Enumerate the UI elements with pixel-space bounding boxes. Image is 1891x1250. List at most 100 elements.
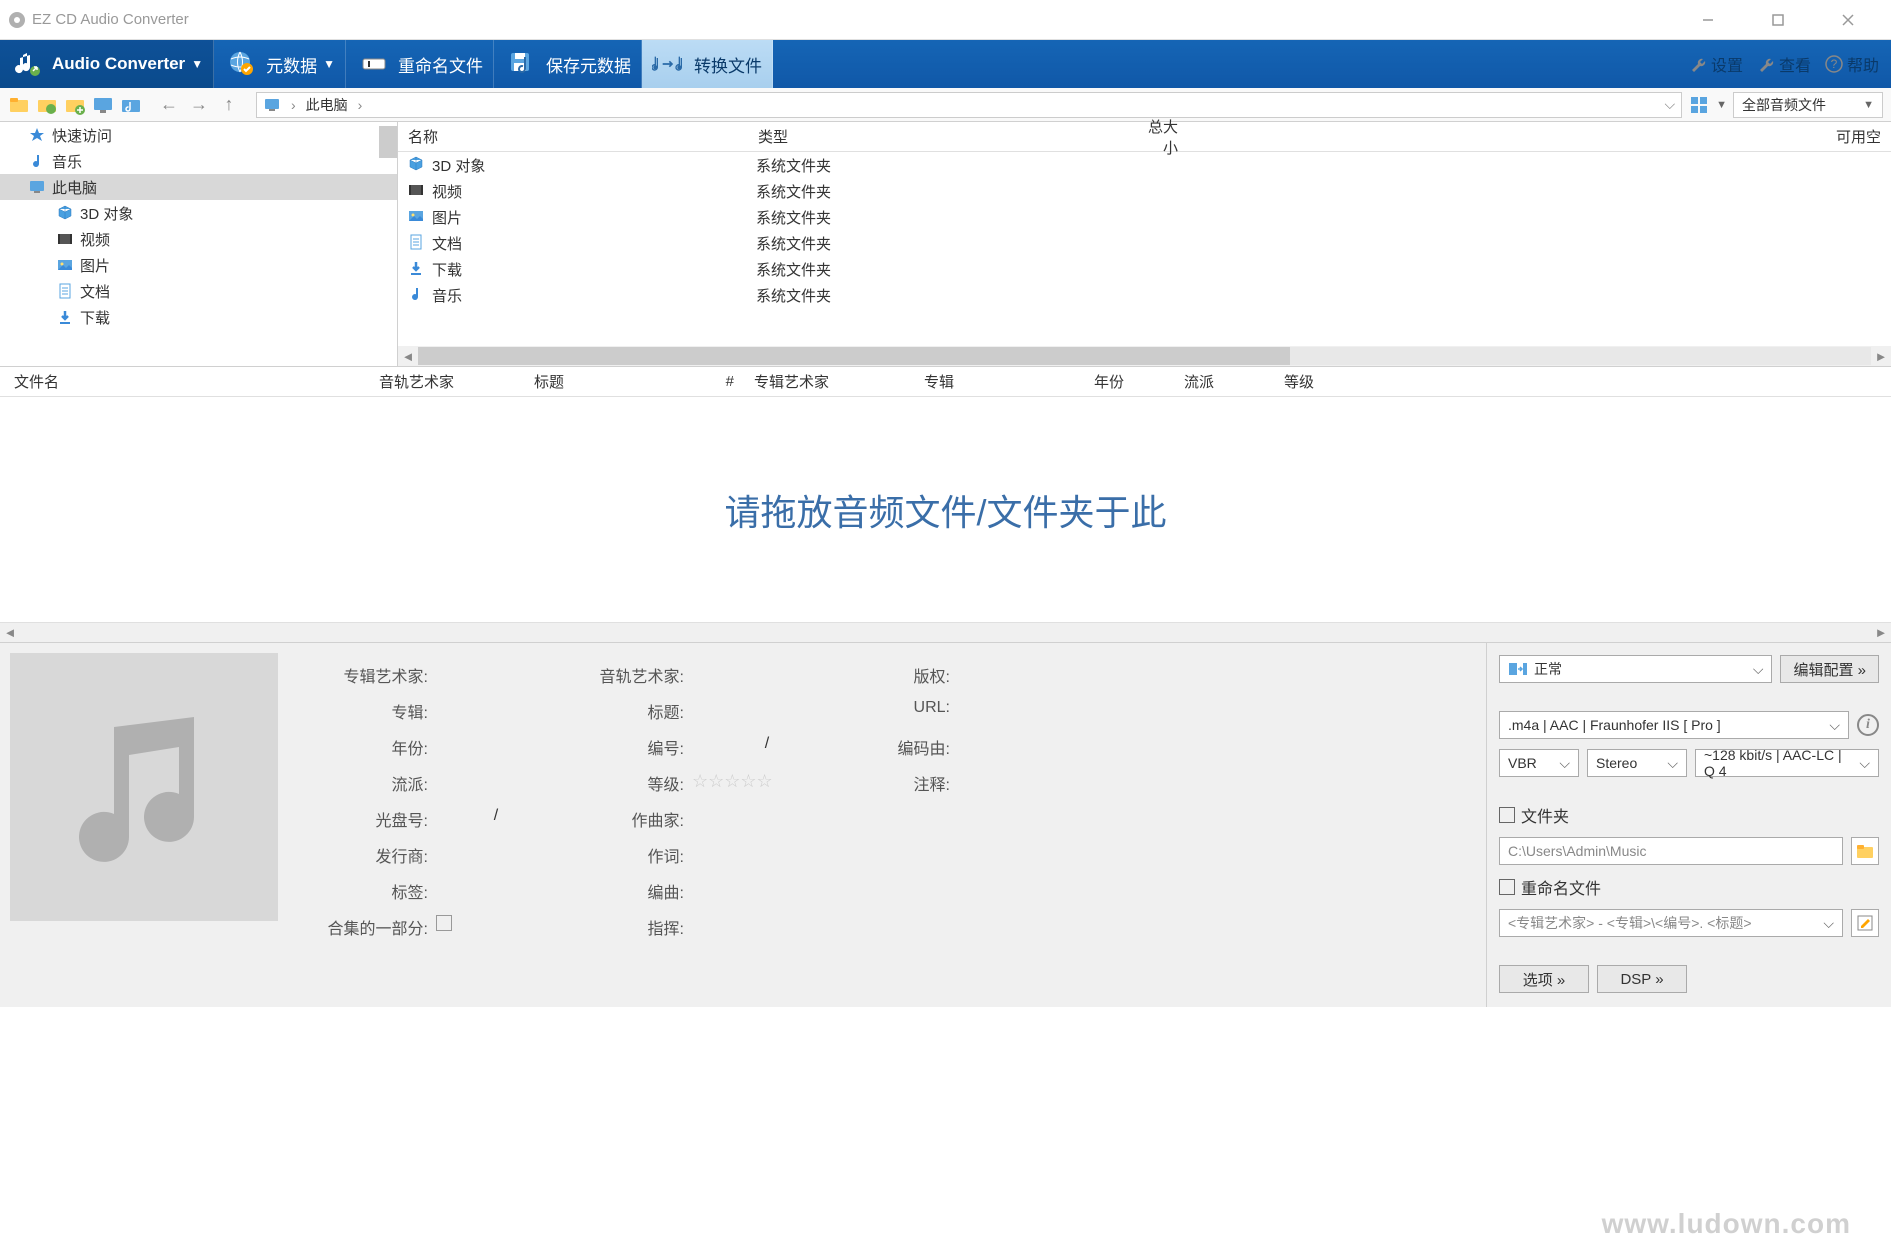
- dsp-button[interactable]: DSP »: [1597, 965, 1687, 993]
- horizontal-scrollbar[interactable]: ◄ ►: [0, 622, 1891, 642]
- folder-view-icon[interactable]: [36, 94, 58, 116]
- save-metadata-icon: [504, 46, 540, 82]
- doc-icon: [408, 234, 426, 252]
- music-icon: [408, 286, 426, 304]
- file-filter-dropdown[interactable]: 全部音频文件 ▼: [1733, 92, 1883, 118]
- tree-item[interactable]: 图片: [0, 252, 397, 278]
- info-icon[interactable]: i: [1857, 714, 1879, 736]
- album-art-placeholder[interactable]: [10, 653, 278, 921]
- meta-label: 作曲家:: [564, 807, 684, 831]
- column-header[interactable]: 年份: [1084, 371, 1174, 392]
- rename-checkbox[interactable]: 重命名文件: [1499, 875, 1879, 899]
- folder-tree[interactable]: 快速访问音乐此电脑3D 对象视频图片文档下载: [0, 122, 398, 366]
- breadcrumb-item[interactable]: 此电脑: [306, 95, 348, 115]
- tab-convert-file[interactable]: 转换文件: [642, 40, 773, 88]
- download-icon: [408, 260, 426, 278]
- column-header[interactable]: 标题: [524, 371, 704, 392]
- rename-icon: [356, 46, 392, 82]
- music-folder-icon[interactable]: [120, 94, 142, 116]
- music-icon: [28, 152, 46, 170]
- quality-dropdown[interactable]: ~128 kbit/s | AAC-LC | Q 4⌵: [1695, 749, 1879, 777]
- minimize-button[interactable]: [1688, 5, 1728, 35]
- chevron-down-icon[interactable]: ⌵: [1664, 96, 1675, 113]
- view-mode-button[interactable]: [1688, 94, 1710, 116]
- column-header[interactable]: 流派: [1174, 371, 1274, 392]
- tree-item[interactable]: 快速访问: [0, 122, 397, 148]
- column-header-type[interactable]: 类型: [748, 126, 1128, 147]
- file-row[interactable]: 文档系统文件夹: [398, 230, 1891, 256]
- maximize-button[interactable]: [1758, 5, 1798, 35]
- options-button[interactable]: 选项 »: [1499, 965, 1589, 993]
- desktop-icon[interactable]: [92, 94, 114, 116]
- channels-dropdown[interactable]: Stereo⌵: [1587, 749, 1687, 777]
- column-header[interactable]: 文件名: [4, 371, 369, 392]
- tree-item[interactable]: 视频: [0, 226, 397, 252]
- tree-item[interactable]: 此电脑: [0, 174, 397, 200]
- compilation-checkbox[interactable]: [436, 915, 452, 931]
- folder-checkbox[interactable]: 文件夹: [1499, 803, 1879, 827]
- metadata-panel: 专辑艺术家: 音轨艺术家: 版权: 专辑: 标题: URL: 年份: 编号:/ …: [288, 643, 1486, 1007]
- rename-pattern-dropdown[interactable]: <专辑艺术家> - <专辑>\<编号>. <标题>⌵: [1499, 909, 1843, 937]
- pc-icon: [263, 96, 281, 114]
- tab-metadata[interactable]: 元数据 ▼: [214, 40, 346, 88]
- chevron-down-icon: ⌵: [1829, 717, 1840, 734]
- column-header-free[interactable]: 可用空: [1826, 126, 1891, 147]
- tree-item[interactable]: 下载: [0, 304, 397, 330]
- preset-dropdown[interactable]: 正常 ⌵: [1499, 655, 1772, 683]
- chevron-down-icon[interactable]: ▼: [1716, 99, 1727, 111]
- column-header[interactable]: 专辑: [914, 371, 1084, 392]
- tree-item[interactable]: 3D 对象: [0, 200, 397, 226]
- format-dropdown[interactable]: .m4a | AAC | Fraunhofer IIS [ Pro ] ⌵: [1499, 711, 1849, 739]
- tab-label: Audio Converter: [52, 54, 185, 74]
- folder-add-icon[interactable]: [64, 94, 86, 116]
- horizontal-scrollbar[interactable]: ◄ ►: [398, 346, 1891, 366]
- edit-pattern-button[interactable]: [1851, 909, 1879, 937]
- file-row[interactable]: 音乐系统文件夹: [398, 282, 1891, 308]
- tab-save-metadata[interactable]: 保存元数据: [494, 40, 642, 88]
- file-row[interactable]: 3D 对象系统文件夹: [398, 152, 1891, 178]
- tab-audio-converter[interactable]: Audio Converter ▼: [0, 40, 214, 88]
- nav-forward-button[interactable]: →: [188, 94, 210, 116]
- view-button[interactable]: 查看: [1757, 52, 1811, 76]
- tree-item[interactable]: 音乐: [0, 148, 397, 174]
- help-button[interactable]: ? 帮助: [1825, 52, 1879, 76]
- folder-home-icon[interactable]: [8, 94, 30, 116]
- tree-item[interactable]: 文档: [0, 278, 397, 304]
- column-header[interactable]: 音轨艺术家: [369, 371, 524, 392]
- browse-folder-button[interactable]: [1851, 837, 1879, 865]
- tab-label: 重命名文件: [398, 52, 483, 77]
- file-row[interactable]: 图片系统文件夹: [398, 204, 1891, 230]
- image-icon: [56, 256, 74, 274]
- meta-label: 版权:: [850, 663, 950, 687]
- column-header[interactable]: 等级: [1274, 371, 1334, 392]
- edit-config-button[interactable]: 编辑配置 »: [1780, 655, 1879, 683]
- file-row[interactable]: 视频系统文件夹: [398, 178, 1891, 204]
- settings-button[interactable]: 设置: [1689, 52, 1743, 76]
- wrench-icon: [1757, 55, 1775, 73]
- nav-up-button[interactable]: ↑: [218, 94, 240, 116]
- column-header[interactable]: 专辑艺术家: [744, 371, 914, 392]
- rating-stars[interactable]: ☆☆☆☆☆: [692, 771, 842, 795]
- nav-back-button[interactable]: ←: [158, 94, 180, 116]
- chevron-right-icon: ›: [291, 97, 296, 113]
- drop-zone-text: 请拖放音频文件/文件夹于此: [724, 484, 1166, 536]
- doc-icon: [56, 282, 74, 300]
- cube-icon: [56, 204, 74, 222]
- mode-dropdown[interactable]: VBR⌵: [1499, 749, 1579, 777]
- meta-label: 专辑艺术家:: [298, 663, 428, 687]
- chevron-down-icon: ⌵: [1753, 661, 1764, 678]
- scrollbar-thumb[interactable]: [379, 126, 397, 158]
- cube-icon: [408, 156, 426, 174]
- chevron-right-icon: ›: [358, 97, 363, 113]
- meta-label: 光盘号:: [298, 807, 428, 831]
- drop-zone[interactable]: 请拖放音频文件/文件夹于此: [0, 397, 1891, 622]
- tab-rename-file[interactable]: 重命名文件: [346, 40, 494, 88]
- breadcrumb[interactable]: › 此电脑 › ⌵: [256, 92, 1682, 118]
- meta-label: 专辑:: [298, 699, 428, 723]
- close-button[interactable]: [1828, 5, 1868, 35]
- video-icon: [56, 230, 74, 248]
- column-header-name[interactable]: 名称: [398, 126, 748, 147]
- column-header[interactable]: #: [704, 373, 744, 390]
- output-folder-input[interactable]: C:\Users\Admin\Music: [1499, 837, 1843, 865]
- file-row[interactable]: 下载系统文件夹: [398, 256, 1891, 282]
